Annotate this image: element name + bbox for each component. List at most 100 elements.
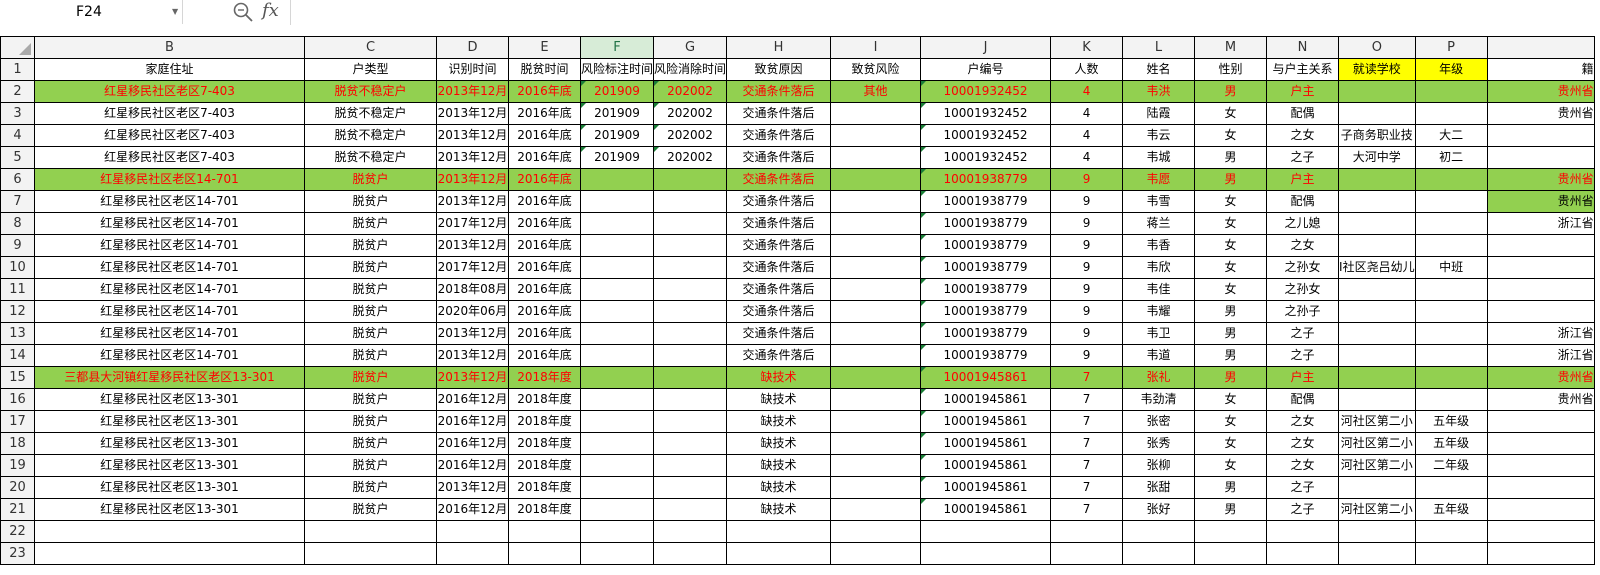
column-header[interactable] <box>1486 36 1595 59</box>
row-header[interactable]: 12 <box>0 300 35 323</box>
cell[interactable]: 红星移民社区老区14-701 <box>34 168 305 191</box>
cell[interactable] <box>1414 80 1488 103</box>
column-header[interactable]: E <box>508 36 581 59</box>
cell[interactable] <box>1194 542 1268 565</box>
header-cell[interactable]: 家庭住址 <box>34 58 305 81</box>
cell[interactable]: 红星移民社区老区13-301 <box>34 498 305 521</box>
row-header[interactable]: 16 <box>0 388 35 411</box>
cell[interactable]: 2013年12月 <box>436 102 509 125</box>
cell[interactable] <box>1414 190 1488 213</box>
cell[interactable]: 7 <box>1050 366 1124 389</box>
cell[interactable]: 缺技术 <box>726 476 832 499</box>
cell[interactable] <box>1414 322 1488 345</box>
cell[interactable]: 配偶 <box>1266 388 1340 411</box>
cell[interactable]: 浙江省 <box>1486 322 1595 345</box>
cell[interactable]: 2018年度 <box>508 498 581 521</box>
cell[interactable] <box>1486 234 1595 257</box>
cell[interactable]: 红星移民社区老区7-403 <box>34 80 305 103</box>
cell[interactable]: 2013年12月 <box>436 80 509 103</box>
select-all-corner[interactable] <box>0 36 35 59</box>
cell[interactable]: 之孙子 <box>1266 300 1340 323</box>
cell[interactable] <box>830 542 922 565</box>
cell[interactable]: 2016年底 <box>508 278 581 301</box>
cell[interactable]: 贵州省 <box>1486 102 1595 125</box>
row-header[interactable]: 15 <box>0 366 35 389</box>
cell[interactable]: 韦欣 <box>1122 256 1196 279</box>
cell[interactable] <box>653 366 728 389</box>
cell[interactable]: 初二 <box>1414 146 1488 169</box>
row-header[interactable]: 21 <box>0 498 35 521</box>
cell[interactable] <box>1414 300 1488 323</box>
cell[interactable] <box>579 278 655 301</box>
cell[interactable]: 男 <box>1194 366 1268 389</box>
cell[interactable]: 贵州省 <box>1486 190 1595 213</box>
cell[interactable] <box>1338 344 1416 367</box>
cell[interactable]: 三都县大河镇红星移民社区老区13-301 <box>34 366 305 389</box>
cell[interactable] <box>1486 124 1595 147</box>
cell[interactable]: 之子 <box>1266 146 1340 169</box>
row-header[interactable]: 14 <box>0 344 35 367</box>
cell[interactable] <box>653 432 728 455</box>
row-header[interactable]: 7 <box>0 190 35 213</box>
cell[interactable]: 10001938779 <box>920 278 1052 301</box>
cell[interactable]: 红星移民社区老区13-301 <box>34 432 305 455</box>
cell[interactable] <box>304 542 437 565</box>
cell[interactable]: 脱贫不稳定户 <box>304 124 437 147</box>
cell[interactable] <box>830 344 922 367</box>
cell[interactable] <box>579 388 655 411</box>
cell[interactable]: 2013年12月 <box>436 168 509 191</box>
cell[interactable]: 202002 <box>653 124 728 147</box>
cell[interactable]: 10001938779 <box>920 256 1052 279</box>
cell[interactable]: 2013年12月 <box>436 190 509 213</box>
cell[interactable]: 女 <box>1194 432 1268 455</box>
cell[interactable]: 2013年12月 <box>436 146 509 169</box>
cell[interactable]: 交通条件落后 <box>726 234 832 257</box>
chevron-down-icon[interactable]: ▼ <box>172 7 178 16</box>
cell[interactable] <box>830 278 922 301</box>
cell[interactable] <box>1414 366 1488 389</box>
cell[interactable] <box>508 520 581 543</box>
cell[interactable]: 二年级 <box>1414 454 1488 477</box>
cell[interactable]: 脱贫户 <box>304 168 437 191</box>
cell[interactable]: 脱贫户 <box>304 278 437 301</box>
cell[interactable] <box>1486 410 1595 433</box>
cell[interactable]: 蒋兰 <box>1122 212 1196 235</box>
cell[interactable]: 浙江省 <box>1486 344 1595 367</box>
cell[interactable]: 脱贫户 <box>304 344 437 367</box>
cell[interactable] <box>830 432 922 455</box>
cell[interactable]: 之孙女 <box>1266 278 1340 301</box>
cell[interactable]: 2016年底 <box>508 344 581 367</box>
cell[interactable]: 之女 <box>1266 410 1340 433</box>
column-header[interactable]: L <box>1122 36 1196 59</box>
cell[interactable] <box>830 168 922 191</box>
cell[interactable] <box>1486 432 1595 455</box>
cell[interactable]: 2016年12月 <box>436 454 509 477</box>
cell[interactable]: 红星移民社区老区13-301 <box>34 388 305 411</box>
cell[interactable]: 缺技术 <box>726 388 832 411</box>
cell[interactable]: 7 <box>1050 388 1124 411</box>
cell[interactable] <box>436 520 509 543</box>
cell[interactable] <box>653 476 728 499</box>
cell[interactable] <box>830 520 922 543</box>
cell[interactable] <box>1338 234 1416 257</box>
cell[interactable]: 红星移民社区老区14-701 <box>34 300 305 323</box>
column-header[interactable]: K <box>1050 36 1124 59</box>
column-header[interactable]: I <box>830 36 922 59</box>
header-cell[interactable]: 致贫原因 <box>726 58 832 81</box>
cell[interactable]: 2018年度 <box>508 432 581 455</box>
cell[interactable] <box>1266 520 1340 543</box>
cell[interactable] <box>1338 300 1416 323</box>
column-header[interactable]: O <box>1338 36 1416 59</box>
cell[interactable]: 女 <box>1194 102 1268 125</box>
row-header[interactable]: 5 <box>0 146 35 169</box>
cell[interactable] <box>920 542 1052 565</box>
cell[interactable]: 交通条件落后 <box>726 212 832 235</box>
cell[interactable]: 10001938779 <box>920 234 1052 257</box>
cell[interactable]: 之女 <box>1266 234 1340 257</box>
cell[interactable] <box>920 520 1052 543</box>
cell[interactable]: 201909 <box>579 102 655 125</box>
cell[interactable]: 之女 <box>1266 454 1340 477</box>
cell[interactable] <box>1414 388 1488 411</box>
cell[interactable]: 韦佳 <box>1122 278 1196 301</box>
cell[interactable] <box>653 168 728 191</box>
